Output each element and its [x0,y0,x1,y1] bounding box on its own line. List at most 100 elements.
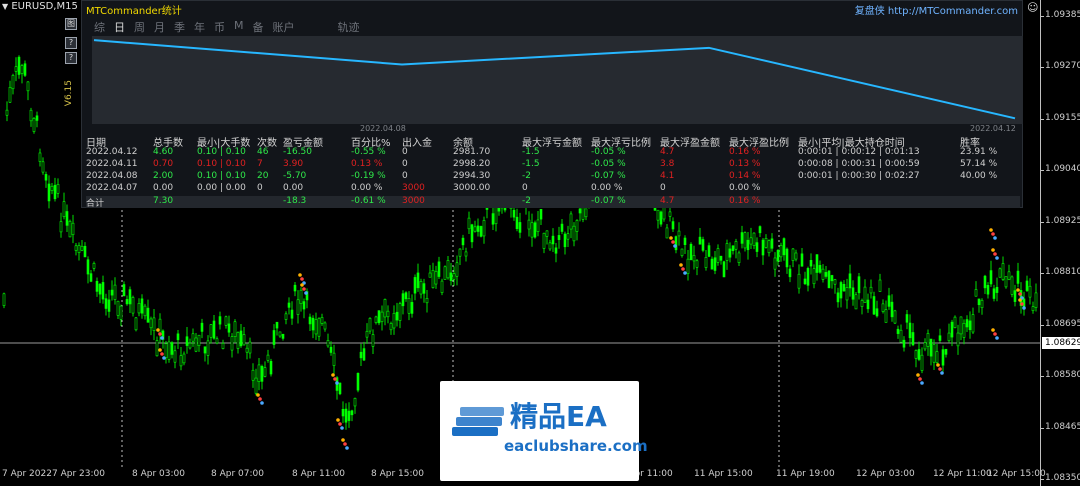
candle-body [863,286,867,303]
candle-body [950,321,954,338]
candle-body [704,256,708,268]
candle-body [830,275,834,282]
candle-body [116,300,120,316]
candle-body [74,245,78,251]
candle-body [263,367,267,377]
candle-body [959,316,963,335]
candle-body [368,318,372,332]
trade-marker [991,328,995,332]
stats-total-cell: -2 [522,196,531,206]
trade-marker [995,336,999,340]
candle-body [269,361,273,375]
trade-marker [345,446,349,450]
stats-cell: 2981.70 [453,147,491,157]
candle-body [302,301,306,310]
candle-body [380,311,384,323]
tab-m[interactable]: M [234,19,244,35]
candle-body [197,334,201,346]
stats-cell: 2022.04.08 [86,171,138,181]
price-label: 1.08810 [1045,267,1080,278]
candle-body [953,316,957,328]
trade-marker [162,356,166,360]
candle-body [560,223,564,232]
tab-track[interactable]: 轨迹 [338,19,360,35]
tab-overview[interactable]: 综 [94,19,105,35]
candle-body [530,222,534,238]
candle-body [80,245,84,251]
candle-body [176,333,180,341]
candle-body [281,333,285,339]
candle-body [398,303,402,321]
candle-body [191,333,195,342]
chart-icon-button[interactable]: 图 [65,18,77,30]
price-tick [1041,479,1044,481]
candle-body [356,372,360,391]
candle-body [296,299,300,315]
candle-body [515,216,519,229]
tab-month[interactable]: 月 [154,19,165,35]
stats-total-cell: 7.30 [153,196,174,206]
tab-year[interactable]: 年 [194,19,205,35]
candle-body [38,152,42,162]
trade-marker [671,240,675,244]
candle-body [785,248,789,268]
price-label: 1.08695 [1045,318,1080,329]
candle-body [395,311,399,321]
candle-body [1001,263,1005,280]
trade-marker [1018,298,1022,302]
stats-cell: 0.00 [153,183,174,193]
tab-currency[interactable]: 币 [214,19,225,35]
trade-marker [918,377,922,381]
price-tick [1041,376,1044,378]
candle-body [251,369,255,381]
symbol-label: ▼ EURUSD,M15 [2,1,78,12]
candle-body [53,184,57,200]
candle-body [479,226,483,237]
stats-cell: -1.5 [522,147,540,157]
candle-body [797,273,801,289]
stats-cell: 0 [660,183,666,193]
stats-cell: 3.90 [283,159,304,169]
time-label: 8 Apr 03:00 [132,469,185,479]
candle-body [845,287,849,301]
candle-body [551,235,555,245]
candle-body [431,270,435,288]
stats-cell: 0.10 | 0.10 [197,159,246,169]
tab-notes[interactable]: 备 [253,19,264,35]
candle-body [290,309,294,319]
price-axis[interactable]: 1.08629 1.09385 1.09270 1.09155 1.09040 1.08… [1040,0,1080,486]
tab-week[interactable]: 周 [134,19,145,35]
tab-account[interactable]: 账户 [273,19,295,35]
stats-cell: 4.7 [660,147,675,157]
trade-marker [260,401,264,405]
candle-body [125,299,129,305]
tab-quarter[interactable]: 季 [174,19,185,35]
stats-cell: 0:00:08 | 0:00:31 | 0:00:59 [798,159,920,169]
stats-cell: -1.5 [522,159,540,169]
candle-body [746,239,750,251]
candle-body [470,224,474,243]
stats-cell: 3.8 [660,159,675,169]
candle-body [173,350,177,363]
trade-marker [341,438,345,442]
candle-body [374,316,378,323]
candle-body [149,318,153,329]
stats-cell: 0 [522,183,528,193]
candle-body [212,320,216,339]
help-button-2[interactable]: ? [65,52,77,64]
candle-body [140,298,144,314]
candle-body [113,284,117,300]
trade-marker [300,277,304,281]
candle-body [572,225,576,242]
equity-date-end: 2022.04.12 [970,124,1016,133]
stats-cell: -0.05 % [591,159,626,169]
panel-brand-link[interactable]: 复盘侠 http://MTCommander.com [855,2,1018,17]
candle-body [908,322,912,339]
help-button[interactable]: ? [65,37,77,49]
candle-body [155,340,159,357]
candle-body [821,268,825,280]
stats-cell: 0.10 | 0.10 [197,171,246,181]
tab-day[interactable]: 日 [114,19,125,35]
candle-body [920,354,924,371]
stats-cell: 2022.04.12 [86,147,138,157]
